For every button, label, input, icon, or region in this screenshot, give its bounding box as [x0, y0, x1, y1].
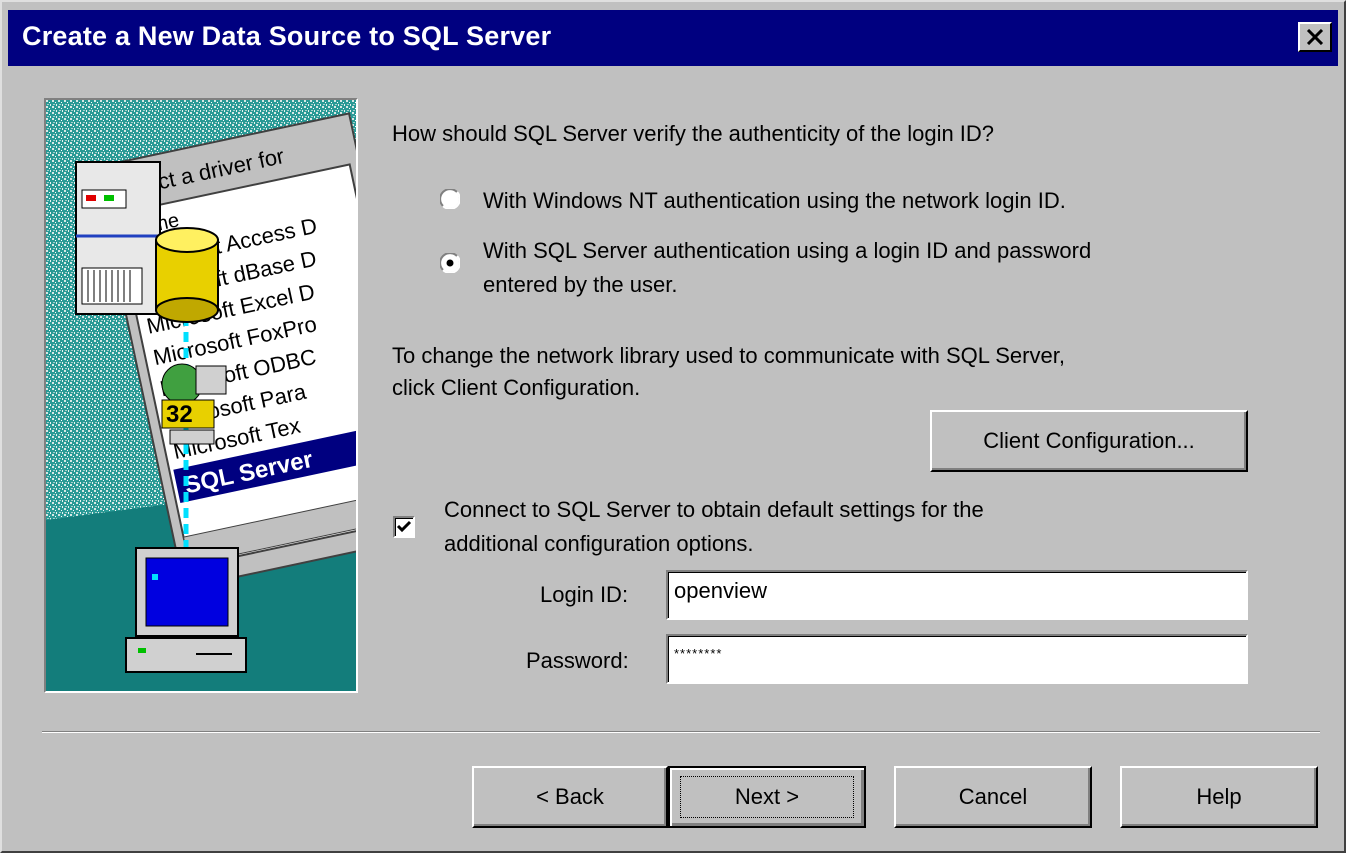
next-button[interactable]: Next >	[668, 766, 866, 828]
database-icon	[155, 227, 219, 323]
back-button[interactable]: < Back	[472, 766, 668, 828]
client-configuration-label: Client Configuration...	[983, 428, 1195, 453]
close-icon	[1306, 29, 1324, 45]
password-input[interactable]: ********	[666, 634, 1248, 684]
server-tower-icon	[75, 161, 161, 315]
separator	[42, 731, 1320, 733]
close-button[interactable]	[1298, 22, 1332, 52]
title-bar[interactable]: Create a New Data Source to SQL Server	[8, 10, 1338, 66]
connect-label-line1[interactable]: Connect to SQL Server to obtain default …	[444, 495, 984, 524]
odbc-driver-illustration: Select a driver for Name Microsoft Acces…	[46, 100, 356, 691]
sql-auth-label-line2[interactable]: entered by the user.	[483, 270, 677, 299]
connect-checkbox[interactable]	[393, 516, 415, 538]
window-title: Create a New Data Source to SQL Server	[22, 21, 552, 51]
help-button-label: Help	[1196, 784, 1242, 809]
help-button[interactable]: Help	[1120, 766, 1318, 828]
password-label: Password:	[526, 648, 629, 673]
odbc-32-label: 32	[166, 401, 193, 428]
network-library-text-line2: click Client Configuration.	[392, 375, 641, 400]
client-configuration-button[interactable]: Client Configuration...	[930, 410, 1248, 472]
network-library-text-line1: To change the network library used to co…	[392, 343, 1065, 368]
login-id-label: Login ID:	[540, 582, 629, 607]
cancel-button-label: Cancel	[958, 784, 1028, 809]
next-button-label: Next >	[734, 784, 800, 809]
checkmark-icon	[396, 520, 412, 533]
wizard-illustration: Select a driver for Name Microsoft Acces…	[44, 98, 358, 693]
cancel-button[interactable]: Cancel	[894, 766, 1092, 828]
windows-auth-label[interactable]: With Windows NT authentication using the…	[483, 186, 1066, 215]
client-computer-icon	[125, 547, 247, 673]
dialog-window: Create a New Data Source to SQL Server S…	[0, 0, 1346, 853]
connect-label-line2[interactable]: additional configuration options.	[444, 529, 753, 558]
windows-auth-radio[interactable]	[440, 189, 460, 209]
sql-auth-label-line1[interactable]: With SQL Server authentication using a l…	[483, 236, 1091, 265]
login-id-input[interactable]: openview	[666, 570, 1248, 620]
back-button-label: < Back	[536, 784, 604, 809]
auth-question: How should SQL Server verify the authent…	[392, 121, 995, 146]
sql-auth-radio[interactable]	[440, 253, 460, 273]
